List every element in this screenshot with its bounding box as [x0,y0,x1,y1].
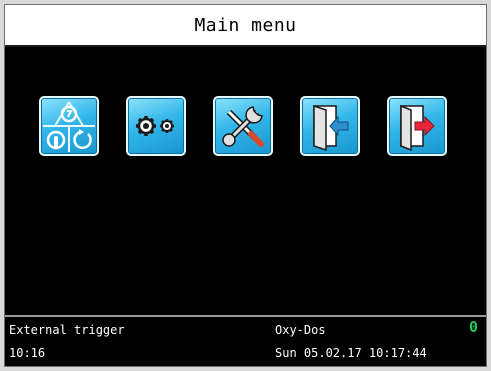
settings-button[interactable] [126,96,186,156]
datetime-label: Sun 05.02.17 10:17:44 [275,346,427,360]
wrench-screwdriver-icon [222,106,264,147]
device-screen: Main menu External trigger Oxy-Dos 0 10:… [4,4,487,367]
operating-mode-label: External trigger [9,323,125,337]
status-bar: External trigger Oxy-Dos 0 10:16 Sun 05.… [5,317,486,366]
service-button[interactable] [213,96,273,156]
logout-button[interactable] [387,96,447,156]
short-time-label: 10:16 [9,346,46,360]
main-menu-content [5,47,486,315]
operating-modes-button[interactable] [39,96,99,156]
device-name-label: Oxy-Dos [275,323,326,337]
door-exit-icon [400,104,435,152]
login-button[interactable] [300,96,360,156]
menu-icon-row [39,96,447,156]
status-count: 0 [468,318,478,336]
operating-modes-icon [43,101,95,152]
title-bar: Main menu [5,5,486,47]
gears-icon [136,116,174,136]
page-title: Main menu [194,14,297,36]
door-enter-icon [313,104,349,152]
